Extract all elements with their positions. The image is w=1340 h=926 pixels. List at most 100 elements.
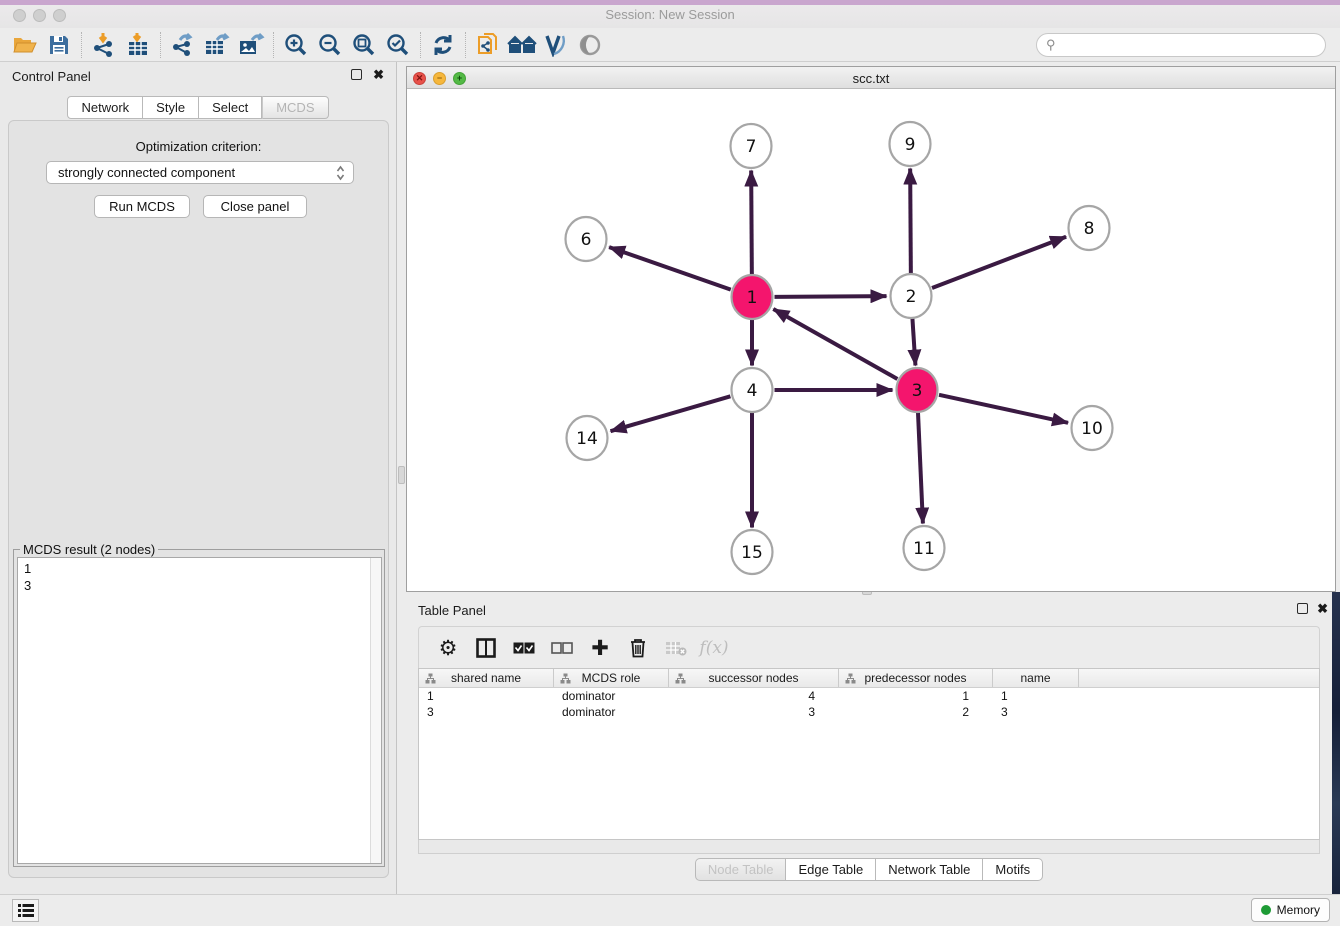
- export-table-icon[interactable]: [200, 30, 234, 60]
- float-panel-icon[interactable]: [351, 69, 362, 80]
- tab-network-table[interactable]: Network Table: [876, 858, 983, 881]
- graph-edge-3-11[interactable]: [918, 412, 923, 523]
- cell-predecessor-nodes: 1: [839, 688, 993, 704]
- add-column-icon[interactable]: ✚: [581, 631, 619, 665]
- delete-column-icon[interactable]: [619, 631, 657, 665]
- graph-edge-3-10[interactable]: [939, 395, 1068, 423]
- graph-node-label: 14: [576, 429, 598, 449]
- mcds-result-title: MCDS result (2 nodes): [20, 542, 158, 557]
- tab-motifs[interactable]: Motifs: [983, 858, 1043, 881]
- table-tabs: Node Table Edge Table Network Table Moti…: [406, 858, 1332, 881]
- run-mcds-button[interactable]: Run MCDS: [94, 195, 190, 218]
- export-network-icon[interactable]: [166, 30, 200, 60]
- graph-node-9[interactable]: 9: [890, 122, 931, 166]
- network-window-titlebar[interactable]: ✕ − + scc.txt: [407, 67, 1335, 89]
- table-row[interactable]: 1 dominator 4 1 1: [419, 688, 1319, 704]
- column-tree-icon: [675, 673, 686, 687]
- graph-node-label: 7: [746, 137, 757, 157]
- toolbar-separator: [160, 32, 161, 58]
- result-scrollbar[interactable]: [370, 558, 381, 863]
- float-table-panel-icon[interactable]: [1297, 603, 1308, 614]
- tab-select[interactable]: Select: [199, 96, 262, 119]
- save-icon[interactable]: [42, 30, 76, 60]
- graph-node-15[interactable]: 15: [732, 530, 773, 574]
- application-window: Session: New Session: [0, 0, 1340, 926]
- close-panel-button[interactable]: Close panel: [203, 195, 307, 218]
- tab-network[interactable]: Network: [67, 96, 143, 119]
- export-image-icon[interactable]: [234, 30, 268, 60]
- dropdown-value: strongly connected component: [58, 165, 235, 180]
- chevron-updown-icon: [336, 165, 345, 184]
- optimization-criterion-dropdown[interactable]: strongly connected component: [46, 161, 354, 184]
- tab-edge-table[interactable]: Edge Table: [786, 858, 876, 881]
- graph-node-1[interactable]: 1: [732, 275, 773, 319]
- memory-button[interactable]: Memory: [1251, 898, 1330, 922]
- cell-name: 1: [993, 688, 1079, 704]
- zoom-fit-icon[interactable]: [347, 30, 381, 60]
- open-folder-icon[interactable]: [8, 30, 42, 60]
- graph-node-4[interactable]: 4: [732, 368, 773, 412]
- column-header-successor-nodes[interactable]: successor nodes: [669, 669, 839, 687]
- search-input[interactable]: [1056, 38, 1325, 52]
- table-row[interactable]: 3 dominator 3 2 3: [419, 704, 1319, 720]
- graph-node-2[interactable]: 2: [891, 274, 932, 318]
- graph-node-3[interactable]: 3: [897, 368, 938, 412]
- mcds-result-textarea[interactable]: 1 3: [17, 557, 382, 864]
- graph-node-label: 11: [913, 539, 935, 559]
- column-header-predecessor-nodes[interactable]: predecessor nodes: [839, 669, 993, 687]
- graph-edge-1-7[interactable]: [751, 170, 752, 274]
- gear-icon[interactable]: ⚙: [429, 631, 467, 665]
- column-header-shared-name[interactable]: shared name: [419, 669, 554, 687]
- graph-edge-4-14[interactable]: [611, 396, 731, 431]
- graph-node-label: 4: [747, 381, 758, 401]
- mcds-panel: Optimization criterion: strongly connect…: [8, 120, 389, 878]
- clone-network-icon[interactable]: [471, 30, 505, 60]
- graph-edge-2-3[interactable]: [912, 318, 915, 365]
- graph-edge-1-6[interactable]: [609, 247, 731, 289]
- network-graph-svg[interactable]: 7 9 6 8 1 2 4 3 14 10 15 11: [408, 89, 1334, 591]
- close-panel-icon[interactable]: ✖: [373, 67, 384, 83]
- graph-node-11[interactable]: 11: [904, 526, 945, 570]
- close-table-panel-icon[interactable]: ✖: [1317, 601, 1328, 617]
- column-header-name[interactable]: name: [993, 669, 1079, 687]
- task-history-button[interactable]: [12, 899, 39, 922]
- graph-node-14[interactable]: 14: [567, 416, 608, 460]
- titlebar: Session: New Session: [0, 0, 1340, 28]
- graph-node-8[interactable]: 8: [1069, 206, 1110, 250]
- zoom-out-icon[interactable]: [313, 30, 347, 60]
- control-panel-header: Control Panel ✖: [0, 62, 396, 90]
- graph-edge-1-2[interactable]: [774, 296, 886, 297]
- home-icon[interactable]: [505, 30, 539, 60]
- import-network-icon[interactable]: [87, 30, 121, 60]
- graph-node-10[interactable]: 10: [1072, 406, 1113, 450]
- network-canvas[interactable]: 7 9 6 8 1 2 4 3 14 10 15 11: [408, 89, 1334, 591]
- network-window-title: scc.txt: [407, 71, 1335, 86]
- tab-node-table[interactable]: Node Table: [695, 858, 787, 881]
- graph-edge-2-8[interactable]: [932, 237, 1066, 288]
- zoom-in-icon[interactable]: [279, 30, 313, 60]
- columns-icon[interactable]: [467, 631, 505, 665]
- tab-style[interactable]: Style: [143, 96, 199, 119]
- import-table-icon[interactable]: [121, 30, 155, 60]
- zoom-selected-icon[interactable]: [381, 30, 415, 60]
- graph-node-label: 15: [741, 543, 763, 563]
- graph-node-6[interactable]: 6: [566, 217, 607, 261]
- graph-edge-2-9[interactable]: [910, 168, 911, 273]
- column-header-mcds-role[interactable]: MCDS role: [554, 669, 669, 687]
- column-tree-icon: [845, 673, 856, 687]
- control-panel-title: Control Panel: [12, 69, 91, 84]
- validator-icon[interactable]: [539, 30, 573, 60]
- refresh-icon[interactable]: [426, 30, 460, 60]
- result-line: 3: [24, 577, 381, 594]
- splitter-grip[interactable]: [398, 466, 405, 484]
- unselect-all-icon[interactable]: [543, 631, 581, 665]
- eye-icon[interactable]: [573, 30, 607, 60]
- select-all-icon[interactable]: [505, 631, 543, 665]
- tab-mcds[interactable]: MCDS: [262, 96, 328, 119]
- search-box[interactable]: ⚲: [1036, 33, 1326, 57]
- graph-edge-3-1[interactable]: [773, 309, 897, 379]
- memory-label: Memory: [1277, 903, 1320, 917]
- column-tree-icon: [425, 673, 436, 687]
- mcds-result-groupbox: MCDS result (2 nodes) 1 3: [13, 549, 385, 867]
- graph-node-7[interactable]: 7: [731, 124, 772, 168]
